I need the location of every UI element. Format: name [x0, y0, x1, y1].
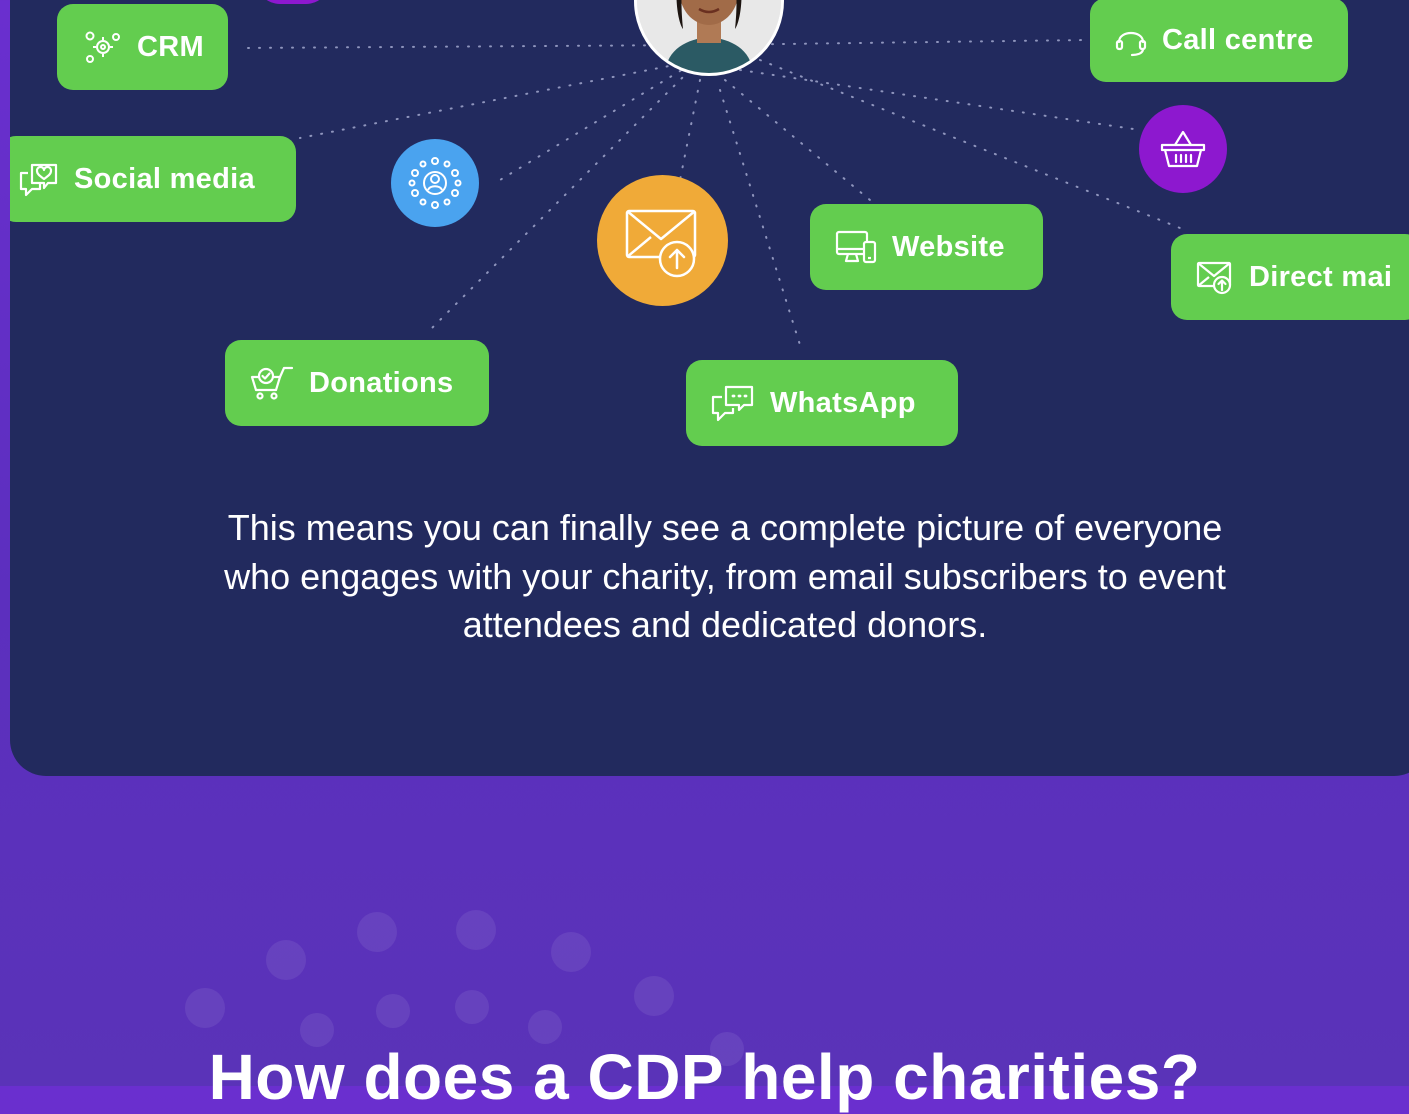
- channel-direct-mail-label: Direct mai: [1249, 260, 1393, 293]
- channel-social-media-label: Social media: [74, 162, 255, 195]
- channel-whatsapp: WhatsApp: [686, 360, 958, 446]
- description-text: This means you can finally see a complet…: [224, 507, 1226, 645]
- basket-circle: [1139, 105, 1227, 193]
- email-upload-icon: [625, 209, 696, 277]
- channel-donations-label: Donations: [309, 366, 454, 399]
- channel-donations: Donations: [225, 340, 489, 426]
- channel-website: Website: [810, 204, 1043, 290]
- chat-heart-icon: [19, 163, 58, 197]
- chat-bubbles-icon: [711, 385, 754, 422]
- monitor-phone-icon: [835, 230, 877, 264]
- section-heading: How does a CDP help charities?: [208, 1041, 1201, 1113]
- cart-check-icon: [250, 366, 294, 400]
- channel-call-centre-label: Call centre: [1162, 23, 1314, 56]
- channels-panel: CRM Call centre Social media Website Dir…: [10, 0, 1409, 776]
- channel-crm-label: CRM: [137, 30, 204, 63]
- email-upload-circle: [597, 175, 728, 306]
- people-network-circle: [391, 139, 479, 227]
- people-network-icon: [408, 157, 462, 209]
- channel-whatsapp-label: WhatsApp: [770, 386, 916, 419]
- gears-icon: [85, 31, 120, 63]
- mail-upload-icon: [1196, 261, 1232, 295]
- channel-social-media: Social media: [10, 136, 296, 222]
- channel-website-label: Website: [892, 230, 1005, 263]
- basket-icon: [1160, 130, 1206, 168]
- channel-direct-mail: Direct mai: [1171, 234, 1409, 320]
- headset-icon: [1115, 31, 1147, 57]
- channel-call-centre: Call centre: [1090, 0, 1348, 82]
- channel-crm: CRM: [57, 4, 228, 90]
